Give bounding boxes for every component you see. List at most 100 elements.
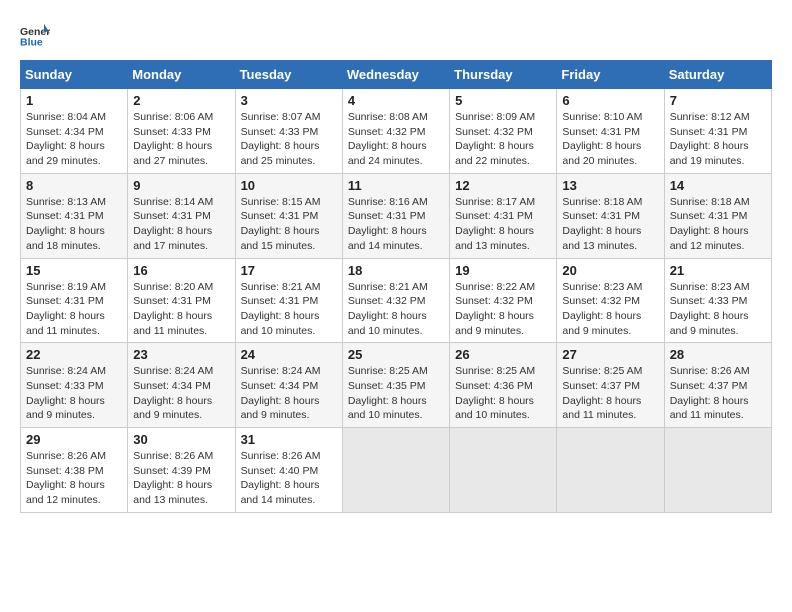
weekday-header: Friday <box>557 61 664 89</box>
calendar-cell: 10 Sunrise: 8:15 AMSunset: 4:31 PMDayligh… <box>235 173 342 258</box>
calendar-cell: 14 Sunrise: 8:18 AMSunset: 4:31 PMDayligh… <box>664 173 771 258</box>
weekday-header: Monday <box>128 61 235 89</box>
day-info: Sunrise: 8:26 AMSunset: 4:40 PMDaylight:… <box>241 449 337 508</box>
day-number: 3 <box>241 93 337 108</box>
day-number: 5 <box>455 93 551 108</box>
day-number: 22 <box>26 347 122 362</box>
day-number: 2 <box>133 93 229 108</box>
weekday-header: Saturday <box>664 61 771 89</box>
day-number: 30 <box>133 432 229 447</box>
day-info: Sunrise: 8:16 AMSunset: 4:31 PMDaylight:… <box>348 195 444 254</box>
day-info: Sunrise: 8:24 AMSunset: 4:34 PMDaylight:… <box>241 364 337 423</box>
calendar-cell: 28 Sunrise: 8:26 AMSunset: 4:37 PMDayligh… <box>664 343 771 428</box>
calendar-cell: 30 Sunrise: 8:26 AMSunset: 4:39 PMDayligh… <box>128 428 235 513</box>
calendar-cell <box>664 428 771 513</box>
day-info: Sunrise: 8:18 AMSunset: 4:31 PMDaylight:… <box>670 195 766 254</box>
day-number: 16 <box>133 263 229 278</box>
day-info: Sunrise: 8:24 AMSunset: 4:33 PMDaylight:… <box>26 364 122 423</box>
day-number: 10 <box>241 178 337 193</box>
svg-text:Blue: Blue <box>20 37 43 49</box>
calendar-cell: 11 Sunrise: 8:16 AMSunset: 4:31 PMDayligh… <box>342 173 449 258</box>
calendar-cell: 19 Sunrise: 8:22 AMSunset: 4:32 PMDayligh… <box>450 258 557 343</box>
day-info: Sunrise: 8:21 AMSunset: 4:32 PMDaylight:… <box>348 280 444 339</box>
day-info: Sunrise: 8:24 AMSunset: 4:34 PMDaylight:… <box>133 364 229 423</box>
logo: General Blue <box>20 20 54 50</box>
day-info: Sunrise: 8:21 AMSunset: 4:31 PMDaylight:… <box>241 280 337 339</box>
weekday-header: Tuesday <box>235 61 342 89</box>
calendar-cell <box>557 428 664 513</box>
day-info: Sunrise: 8:04 AMSunset: 4:34 PMDaylight:… <box>26 110 122 169</box>
day-number: 25 <box>348 347 444 362</box>
calendar-cell: 4 Sunrise: 8:08 AMSunset: 4:32 PMDaylight… <box>342 89 449 174</box>
day-number: 28 <box>670 347 766 362</box>
day-number: 19 <box>455 263 551 278</box>
day-info: Sunrise: 8:23 AMSunset: 4:32 PMDaylight:… <box>562 280 658 339</box>
day-info: Sunrise: 8:22 AMSunset: 4:32 PMDaylight:… <box>455 280 551 339</box>
calendar-cell: 3 Sunrise: 8:07 AMSunset: 4:33 PMDaylight… <box>235 89 342 174</box>
calendar-cell: 20 Sunrise: 8:23 AMSunset: 4:32 PMDayligh… <box>557 258 664 343</box>
day-number: 7 <box>670 93 766 108</box>
calendar-cell: 6 Sunrise: 8:10 AMSunset: 4:31 PMDaylight… <box>557 89 664 174</box>
day-number: 11 <box>348 178 444 193</box>
calendar-cell: 15 Sunrise: 8:19 AMSunset: 4:31 PMDayligh… <box>21 258 128 343</box>
day-info: Sunrise: 8:19 AMSunset: 4:31 PMDaylight:… <box>26 280 122 339</box>
calendar-cell: 8 Sunrise: 8:13 AMSunset: 4:31 PMDaylight… <box>21 173 128 258</box>
calendar-cell: 7 Sunrise: 8:12 AMSunset: 4:31 PMDaylight… <box>664 89 771 174</box>
weekday-header: Wednesday <box>342 61 449 89</box>
calendar-cell: 31 Sunrise: 8:26 AMSunset: 4:40 PMDayligh… <box>235 428 342 513</box>
day-number: 23 <box>133 347 229 362</box>
calendar-cell: 18 Sunrise: 8:21 AMSunset: 4:32 PMDayligh… <box>342 258 449 343</box>
day-number: 21 <box>670 263 766 278</box>
weekday-header: Sunday <box>21 61 128 89</box>
day-number: 20 <box>562 263 658 278</box>
calendar-cell <box>342 428 449 513</box>
day-number: 14 <box>670 178 766 193</box>
day-number: 6 <box>562 93 658 108</box>
day-info: Sunrise: 8:10 AMSunset: 4:31 PMDaylight:… <box>562 110 658 169</box>
calendar-cell: 5 Sunrise: 8:09 AMSunset: 4:32 PMDaylight… <box>450 89 557 174</box>
day-info: Sunrise: 8:15 AMSunset: 4:31 PMDaylight:… <box>241 195 337 254</box>
calendar-cell: 1 Sunrise: 8:04 AMSunset: 4:34 PMDaylight… <box>21 89 128 174</box>
calendar-cell: 13Sunrise: 8:18 AMSunset: 4:31 PMDayligh… <box>557 173 664 258</box>
page-header: General Blue <box>20 20 772 50</box>
day-info: Sunrise: 8:25 AMSunset: 4:37 PMDaylight:… <box>562 364 658 423</box>
day-info: Sunrise: 8:09 AMSunset: 4:32 PMDaylight:… <box>455 110 551 169</box>
calendar-cell: 25 Sunrise: 8:25 AMSunset: 4:35 PMDayligh… <box>342 343 449 428</box>
day-info: Sunrise: 8:07 AMSunset: 4:33 PMDaylight:… <box>241 110 337 169</box>
day-info: Sunrise: 8:25 AMSunset: 4:35 PMDaylight:… <box>348 364 444 423</box>
calendar-cell: 12 Sunrise: 8:17 AMSunset: 4:31 PMDayligh… <box>450 173 557 258</box>
day-number: 17 <box>241 263 337 278</box>
day-info: Sunrise: 8:26 AMSunset: 4:38 PMDaylight:… <box>26 449 122 508</box>
day-info: Sunrise: 8:12 AMSunset: 4:31 PMDaylight:… <box>670 110 766 169</box>
day-info: Sunrise: 8:08 AMSunset: 4:32 PMDaylight:… <box>348 110 444 169</box>
calendar-cell: 24 Sunrise: 8:24 AMSunset: 4:34 PMDayligh… <box>235 343 342 428</box>
day-number: 31 <box>241 432 337 447</box>
day-info: Sunrise: 8:26 AMSunset: 4:39 PMDaylight:… <box>133 449 229 508</box>
day-info: Sunrise: 8:25 AMSunset: 4:36 PMDaylight:… <box>455 364 551 423</box>
day-info: Sunrise: 8:20 AMSunset: 4:31 PMDaylight:… <box>133 280 229 339</box>
day-number: 15 <box>26 263 122 278</box>
calendar-cell: 17 Sunrise: 8:21 AMSunset: 4:31 PMDayligh… <box>235 258 342 343</box>
day-number: 27 <box>562 347 658 362</box>
calendar-cell: 2Sunrise: 8:06 AMSunset: 4:33 PMDaylight… <box>128 89 235 174</box>
logo-icon: General Blue <box>20 20 50 50</box>
calendar-cell: 22 Sunrise: 8:24 AMSunset: 4:33 PMDayligh… <box>21 343 128 428</box>
day-number: 13 <box>562 178 658 193</box>
day-info: Sunrise: 8:13 AMSunset: 4:31 PMDaylight:… <box>26 195 122 254</box>
day-number: 8 <box>26 178 122 193</box>
day-number: 4 <box>348 93 444 108</box>
day-number: 18 <box>348 263 444 278</box>
calendar-cell: 27 Sunrise: 8:25 AMSunset: 4:37 PMDayligh… <box>557 343 664 428</box>
day-info: Sunrise: 8:26 AMSunset: 4:37 PMDaylight:… <box>670 364 766 423</box>
day-info: Sunrise: 8:17 AMSunset: 4:31 PMDaylight:… <box>455 195 551 254</box>
calendar-cell: 29Sunrise: 8:26 AMSunset: 4:38 PMDayligh… <box>21 428 128 513</box>
calendar-cell: 21Sunrise: 8:23 AMSunset: 4:33 PMDayligh… <box>664 258 771 343</box>
calendar-cell: 9Sunrise: 8:14 AMSunset: 4:31 PMDaylight… <box>128 173 235 258</box>
weekday-header: Thursday <box>450 61 557 89</box>
day-number: 12 <box>455 178 551 193</box>
day-number: 1 <box>26 93 122 108</box>
calendar-cell: 16 Sunrise: 8:20 AMSunset: 4:31 PMDayligh… <box>128 258 235 343</box>
day-number: 24 <box>241 347 337 362</box>
day-number: 9 <box>133 178 229 193</box>
calendar-cell: 23 Sunrise: 8:24 AMSunset: 4:34 PMDayligh… <box>128 343 235 428</box>
